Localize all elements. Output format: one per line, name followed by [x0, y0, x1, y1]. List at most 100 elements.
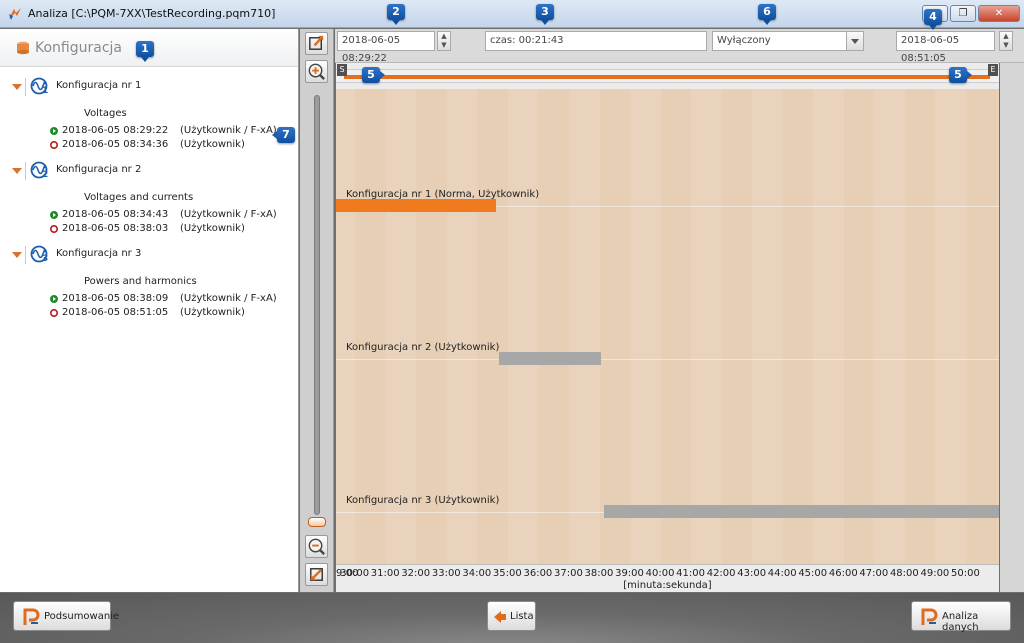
expand-caret-icon[interactable]: [12, 168, 22, 174]
callout-badge-4: 4: [924, 9, 942, 30]
x-tick-label: 39:00: [615, 568, 644, 579]
config-name: Konfiguracja nr 2: [56, 164, 142, 175]
x-tick-label: 40:00: [645, 568, 675, 579]
zoom-in-button[interactable]: [305, 60, 328, 83]
callout-badge-5-left: 5: [362, 67, 385, 83]
event-stop[interactable]: 2018-06-05 08:51:05 (Użytkownik): [50, 307, 290, 321]
list-button-label: Lista: [510, 611, 534, 622]
x-tick-label: 34:00: [462, 568, 492, 579]
import-button[interactable]: [305, 563, 328, 586]
config-number: 3: [42, 254, 49, 264]
range-track[interactable]: [336, 69, 999, 83]
play-icon: [50, 295, 58, 303]
time-axis: [minuta:sekunda] 9:00 30:00 31:00 32:00 33:0…: [336, 564, 999, 592]
event-source: (Użytkownik / F-xA): [180, 125, 277, 136]
config-row-2[interactable]: 2 Konfiguracja nr 2: [0, 159, 298, 183]
minute-band: [996, 89, 999, 564]
minute-band: [336, 89, 356, 564]
bottom-bar: Podsumowanie Lista Analiza danych: [0, 593, 1024, 643]
event-source: (Użytkownik / F-xA): [180, 209, 277, 220]
list-button[interactable]: Lista: [487, 601, 536, 631]
callout-badge-6: 6: [758, 4, 776, 25]
x-tick-label: 32:00: [401, 568, 431, 579]
x-tick-label: 33:00: [431, 568, 461, 579]
config-description: Voltages: [84, 108, 127, 119]
x-tick-label: 41:00: [676, 568, 705, 579]
time-controls: 2018-06-05 08:29:22 ▲ ▼ czas: 00:21:43 Wy…: [335, 4, 1024, 64]
config-row-3[interactable]: 3 Konfiguracja nr 3: [0, 243, 298, 267]
config-name: Konfiguracja nr 3: [56, 248, 142, 259]
start-time-spinner[interactable]: ▲ ▼: [437, 31, 451, 51]
x-tick-label: 48:00: [889, 568, 919, 579]
zoom-slider-track[interactable]: [314, 95, 320, 515]
minute-band: [935, 89, 966, 564]
expand-caret-icon[interactable]: [12, 84, 22, 90]
configuration-title: Konfiguracja: [35, 40, 123, 56]
x-tick-label: 49:00: [920, 568, 950, 579]
config-description: Voltages and currents: [84, 192, 194, 203]
event-stop[interactable]: 2018-06-05 08:38:03 (Użytkownik): [50, 223, 290, 237]
stop-icon: [50, 141, 58, 149]
config-segment-1[interactable]: [336, 199, 496, 212]
end-time-field[interactable]: 2018-06-05 08:51:05: [896, 31, 995, 64]
x-tick-label: 35:00: [492, 568, 522, 579]
config-description: Powers and harmonics: [84, 276, 197, 287]
event-source: (Użytkownik): [180, 223, 245, 234]
database-icon: [17, 41, 29, 55]
zoom-in-icon: [308, 63, 325, 80]
duration-field: czas: 00:21:43: [485, 31, 707, 51]
restore-button[interactable]: ❐: [950, 5, 976, 22]
zoom-toolbar: [300, 29, 334, 592]
tree-line: [25, 78, 26, 96]
edit-export-icon: [309, 35, 324, 50]
config-number: 2: [42, 170, 49, 180]
config-number: 1: [42, 86, 49, 96]
range-end-handle[interactable]: E: [988, 64, 998, 76]
expand-caret-icon[interactable]: [12, 252, 22, 258]
event-start[interactable]: 2018-06-05 08:29:22 (Użytkownik / F-xA): [50, 125, 290, 139]
export-button[interactable]: [305, 32, 328, 55]
start-time-field[interactable]: 2018-06-05 08:29:22: [337, 31, 435, 64]
zoom-out-button[interactable]: [305, 535, 328, 558]
zoom-slider-thumb[interactable]: [308, 517, 326, 527]
back-arrow-icon: [494, 611, 506, 623]
data-analysis-button-label: Analiza danych: [942, 611, 979, 633]
close-button[interactable]: ✕: [978, 5, 1020, 22]
analysis-logo-icon: [921, 608, 938, 625]
configuration-header: Konfiguracja 1: [0, 29, 298, 67]
minute-band: [752, 89, 783, 564]
stop-icon: [50, 225, 58, 233]
end-time-spinner[interactable]: ▲ ▼: [999, 31, 1013, 51]
event-start[interactable]: 2018-06-05 08:38:09 (Użytkownik / F-xA): [50, 293, 290, 307]
x-tick-label: 31:00: [370, 568, 400, 579]
config-segment-3[interactable]: [604, 505, 999, 518]
mode-dropdown-button[interactable]: [846, 31, 864, 51]
chart-right-margin: [1000, 63, 1024, 592]
callout-badge-3: 3: [536, 4, 554, 25]
x-tick-label: 50:00: [951, 568, 980, 579]
x-tick-label: 45:00: [798, 568, 828, 579]
x-tick-label: 37:00: [554, 568, 583, 579]
summary-button-label: Podsumowanie: [44, 611, 120, 622]
event-stop[interactable]: 2018-06-05 08:34:36 (Użytkownik): [50, 139, 290, 153]
range-start-handle[interactable]: S: [337, 64, 347, 76]
timeline-chart[interactable]: S E 5 5 Konfiguracja nr 1 (Norma, Użytko…: [336, 63, 999, 592]
title-bar: Analiza [C:\PQM-7XX\TestRecording.pqm710…: [0, 0, 1024, 28]
data-analysis-button[interactable]: Analiza danych: [911, 601, 1011, 633]
range-selector[interactable]: S E 5 5: [336, 63, 999, 89]
config-row-1[interactable]: 1 Konfiguracja nr 1: [0, 75, 298, 99]
mode-dropdown[interactable]: Wyłączony: [712, 31, 848, 51]
app-logo-icon: [9, 8, 21, 20]
import-icon: [310, 568, 323, 581]
event-start[interactable]: 2018-06-05 08:34:43 (Użytkownik / F-xA): [50, 209, 290, 223]
timeline-row-label: Konfiguracja nr 3 (Użytkownik): [346, 495, 500, 506]
config-segment-2[interactable]: [499, 352, 602, 365]
minute-band: [507, 89, 539, 564]
config-name: Konfiguracja nr 1: [56, 80, 142, 91]
play-icon: [50, 211, 58, 219]
minute-band: [813, 89, 844, 564]
summary-button[interactable]: Podsumowanie: [13, 601, 119, 631]
callout-badge-1: 1: [136, 41, 154, 62]
x-tick-label: 42:00: [706, 568, 736, 579]
event-source: (Użytkownik / F-xA): [180, 293, 277, 304]
